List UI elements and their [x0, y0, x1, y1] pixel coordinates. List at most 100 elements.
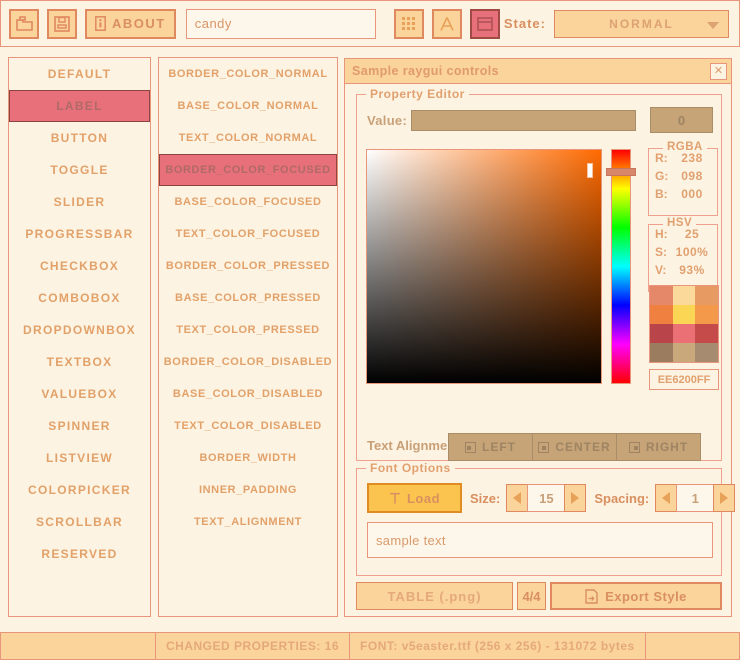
rgba-b-key: B:: [655, 187, 671, 201]
property-list-item[interactable]: TEXT_COLOR_NORMAL: [159, 122, 337, 154]
state-dropdown[interactable]: NORMAL: [554, 10, 729, 38]
control-list-item[interactable]: TEXTBOX: [9, 346, 150, 378]
load-style-button[interactable]: [9, 9, 39, 39]
color-swatch[interactable]: [650, 343, 673, 362]
font-size-value[interactable]: 15: [527, 484, 565, 512]
value-slider[interactable]: [411, 110, 636, 131]
property-list-item[interactable]: BASE_COLOR_DISABLED: [159, 378, 337, 410]
export-style-button[interactable]: Export Style: [550, 582, 722, 610]
control-list-item[interactable]: DROPDOWNBOX: [9, 314, 150, 346]
property-list-item[interactable]: BORDER_WIDTH: [159, 442, 337, 474]
text-alignment-option-label: RIGHT: [646, 440, 688, 454]
view-controls-button[interactable]: [470, 9, 500, 39]
control-list-item[interactable]: LABEL: [9, 90, 150, 122]
arrow-right-icon[interactable]: [713, 484, 735, 512]
sample-text-input[interactable]: sample text: [367, 522, 713, 558]
controls-listview[interactable]: DEFAULTLABELBUTTONTOGGLESLIDERPROGRESSBA…: [8, 57, 151, 617]
color-picker-sv-area[interactable]: [366, 149, 602, 384]
load-font-button[interactable]: Load: [367, 483, 462, 513]
control-list-item[interactable]: COLORPICKER: [9, 474, 150, 506]
close-icon[interactable]: ✕: [710, 63, 727, 80]
property-list-item[interactable]: TEXT_COLOR_DISABLED: [159, 410, 337, 442]
text-alignment-option-label: LEFT: [482, 440, 516, 454]
control-list-item[interactable]: RESERVED: [9, 538, 150, 570]
align-left-icon: [465, 442, 476, 453]
arrow-left-icon[interactable]: [506, 484, 528, 512]
color-swatch[interactable]: [673, 305, 696, 324]
control-list-item[interactable]: SLIDER: [9, 186, 150, 218]
property-list-item[interactable]: INNER_PADDING: [159, 474, 337, 506]
rgba-g-value: 098: [671, 169, 717, 183]
arrow-left-icon[interactable]: [655, 484, 677, 512]
control-list-item[interactable]: BUTTON: [9, 122, 150, 154]
state-selector: State: NORMAL: [504, 10, 729, 38]
control-list-item[interactable]: SPINNER: [9, 410, 150, 442]
toolbar: ABOUT candy: [0, 0, 740, 47]
hsv-group-title: HSV: [663, 217, 696, 229]
control-list-item[interactable]: CHECKBOX: [9, 250, 150, 282]
color-picker-hue-bar[interactable]: [611, 149, 631, 384]
status-changed-properties: CHANGED PROPERTIES: 16: [156, 633, 350, 659]
font-size-spinner: Size: 15: [470, 484, 586, 512]
export-table-button[interactable]: TABLE (.png): [356, 582, 513, 610]
page-indicator: 4/4: [517, 582, 546, 610]
property-list-item[interactable]: TEXT_COLOR_FOCUSED: [159, 218, 337, 250]
control-list-item[interactable]: LISTVIEW: [9, 442, 150, 474]
text-alignment-row: Text Alignme LEFT CENTER RIGHT: [367, 433, 715, 461]
folder-open-icon: [16, 16, 33, 31]
view-grid-button[interactable]: [394, 9, 424, 39]
info-icon: [95, 16, 106, 31]
hsv-v-key: V:: [655, 263, 671, 277]
properties-listview[interactable]: BORDER_COLOR_NORMALBASE_COLOR_NORMALTEXT…: [158, 57, 338, 617]
control-list-item[interactable]: VALUEBOX: [9, 378, 150, 410]
color-hex-value[interactable]: EE6200FF: [649, 369, 719, 390]
color-swatch[interactable]: [650, 305, 673, 324]
text-alignment-option-center[interactable]: CENTER: [532, 433, 617, 461]
property-list-item[interactable]: BASE_COLOR_PRESSED: [159, 282, 337, 314]
control-list-item[interactable]: PROGRESSBAR: [9, 218, 150, 250]
color-picker-sv-cursor[interactable]: [588, 164, 592, 177]
font-options-group-title: Font Options: [366, 461, 455, 475]
font-spacing-value[interactable]: 1: [676, 484, 714, 512]
text-alignment-togglegroup[interactable]: LEFT CENTER RIGHT: [449, 433, 701, 461]
property-list-item[interactable]: BORDER_COLOR_FOCUSED: [159, 154, 337, 186]
color-swatch[interactable]: [650, 324, 673, 343]
save-style-button[interactable]: [47, 9, 77, 39]
state-label: State:: [504, 16, 546, 31]
color-picker-hue-cursor[interactable]: [606, 168, 636, 176]
color-swatch[interactable]: [650, 286, 673, 305]
text-alignment-option-left[interactable]: LEFT: [448, 433, 533, 461]
control-list-item[interactable]: TOGGLE: [9, 154, 150, 186]
text-alignment-option-right[interactable]: RIGHT: [616, 433, 701, 461]
color-swatch[interactable]: [695, 343, 718, 362]
property-list-item[interactable]: BORDER_COLOR_NORMAL: [159, 58, 337, 90]
color-swatch[interactable]: [695, 324, 718, 343]
property-list-item[interactable]: TEXT_ALIGNMENT: [159, 506, 337, 538]
hsv-v-value: 93%: [671, 263, 717, 277]
text-alignment-label: Text Alignme: [367, 438, 447, 453]
about-button[interactable]: ABOUT: [85, 9, 176, 39]
arrow-right-icon[interactable]: [564, 484, 586, 512]
floppy-disk-icon: [54, 16, 70, 32]
color-swatch[interactable]: [673, 343, 696, 362]
control-list-item[interactable]: SCROLLBAR: [9, 506, 150, 538]
property-list-item[interactable]: BASE_COLOR_NORMAL: [159, 90, 337, 122]
style-name-input[interactable]: candy: [186, 9, 376, 39]
property-list-item[interactable]: BORDER_COLOR_PRESSED: [159, 250, 337, 282]
color-swatch-palette[interactable]: [649, 285, 719, 363]
color-swatch[interactable]: [695, 305, 718, 324]
color-swatch[interactable]: [695, 286, 718, 305]
hsv-h-value: 25: [671, 227, 717, 241]
property-list-item[interactable]: BASE_COLOR_FOCUSED: [159, 186, 337, 218]
control-list-item[interactable]: DEFAULT: [9, 58, 150, 90]
property-list-item[interactable]: TEXT_COLOR_PRESSED: [159, 314, 337, 346]
color-swatch[interactable]: [673, 324, 696, 343]
value-number-box[interactable]: 0: [650, 107, 713, 133]
value-row: Value: 0: [367, 107, 713, 133]
color-swatch[interactable]: [673, 286, 696, 305]
hsv-s-value: 100%: [671, 245, 717, 259]
property-list-item[interactable]: BORDER_COLOR_DISABLED: [159, 346, 337, 378]
view-font-button[interactable]: [432, 9, 462, 39]
rgba-b-value: 000: [671, 187, 717, 201]
control-list-item[interactable]: COMBOBOX: [9, 282, 150, 314]
